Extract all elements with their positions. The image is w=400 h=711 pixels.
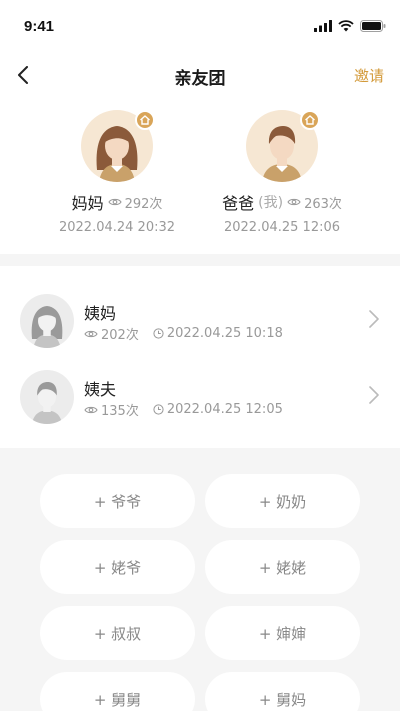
me-tag: (我) xyxy=(258,195,284,211)
page-title: 亲友团 xyxy=(174,69,226,89)
last-visit-time: 2022.04.24 20:32 xyxy=(58,220,176,235)
man-avatar-icon xyxy=(32,382,62,424)
view-count-text: 263次 xyxy=(304,196,342,212)
member-info: 爸爸 (我) 263次 xyxy=(202,190,362,214)
member-meta: 135次 2022.04.25 12:05 xyxy=(84,400,283,419)
member-list: 姨妈 202次 2022.04.25 10:18 姨夫 135次 2022.04… xyxy=(0,282,400,434)
eye-icon xyxy=(84,330,98,337)
member-card-mom[interactable]: 妈妈 292次 2022.04.24 20:32 xyxy=(37,110,197,235)
view-count: 292次 xyxy=(107,193,163,212)
invite-button[interactable]: 邀请 xyxy=(354,65,384,86)
woman-avatar-icon xyxy=(31,306,63,348)
list-item[interactable]: 姨妈 202次 2022.04.25 10:18 xyxy=(0,282,400,358)
eye-icon xyxy=(107,198,122,206)
add-maternal-grandma-button[interactable]: + 姥姥 xyxy=(205,540,360,594)
home-badge xyxy=(135,110,155,130)
member-name: 姨妈 xyxy=(84,304,117,323)
add-aunt-button[interactable]: + 婶婶 xyxy=(205,606,360,660)
add-maternal-aunt-button[interactable]: + 舅妈 xyxy=(205,672,360,711)
chevron-right-icon xyxy=(369,386,379,404)
view-count-text: 292次 xyxy=(124,196,163,212)
avatar xyxy=(20,294,74,348)
add-relative-grid: + 爷爷 + 奶奶 + 姥爷 + 姥姥 + 叔叔 + 婶婶 + 舅舅 + 舅妈 xyxy=(0,448,400,711)
eye-icon xyxy=(84,406,98,413)
eye-icon xyxy=(287,198,301,206)
view-count: 263次 xyxy=(287,193,342,212)
add-maternal-uncle-button[interactable]: + 舅舅 xyxy=(40,672,195,711)
avatar xyxy=(20,370,74,424)
member-name: 爸爸 xyxy=(222,194,255,213)
battery-icon xyxy=(360,20,386,32)
last-visit-time: 2022.04.25 12:06 xyxy=(223,220,341,235)
avatar-wrap xyxy=(246,110,320,182)
home-badge xyxy=(300,110,320,130)
section-divider xyxy=(0,254,400,266)
clock-icon xyxy=(153,328,164,339)
admin-members: 妈妈 292次 2022.04.24 20:32 爸爸 (我) 263次 202… xyxy=(0,100,400,250)
view-count-text: 135次 xyxy=(101,404,139,419)
add-uncle-button[interactable]: + 叔叔 xyxy=(40,606,195,660)
chevron-right-icon xyxy=(369,310,379,328)
view-count-text: 202次 xyxy=(101,328,139,343)
signal-icon xyxy=(314,20,332,32)
last-visit-time: 2022.04.25 10:18 xyxy=(166,326,283,341)
home-icon xyxy=(140,115,150,125)
member-card-dad[interactable]: 爸爸 (我) 263次 2022.04.25 12:06 xyxy=(202,110,362,235)
avatar-wrap xyxy=(81,110,155,182)
member-name: 妈妈 xyxy=(71,194,104,213)
nav-bar: 亲友团 邀请 xyxy=(0,56,400,96)
last-visit-time: 2022.04.25 12:05 xyxy=(166,402,283,417)
status-icons xyxy=(314,20,386,32)
member-meta: 202次 2022.04.25 10:18 xyxy=(84,324,283,343)
add-grandpa-button[interactable]: + 爷爷 xyxy=(40,474,195,528)
status-time: 9:41 xyxy=(24,18,55,35)
list-item[interactable]: 姨夫 135次 2022.04.25 12:05 xyxy=(0,358,400,434)
home-icon xyxy=(305,115,315,125)
add-grandma-button[interactable]: + 奶奶 xyxy=(205,474,360,528)
member-name: 姨夫 xyxy=(84,380,117,399)
clock-icon xyxy=(153,404,164,415)
add-maternal-grandpa-button[interactable]: + 姥爷 xyxy=(40,540,195,594)
member-info: 妈妈 292次 xyxy=(37,190,197,214)
wifi-icon xyxy=(338,20,354,32)
status-bar: 9:41 xyxy=(0,0,400,56)
